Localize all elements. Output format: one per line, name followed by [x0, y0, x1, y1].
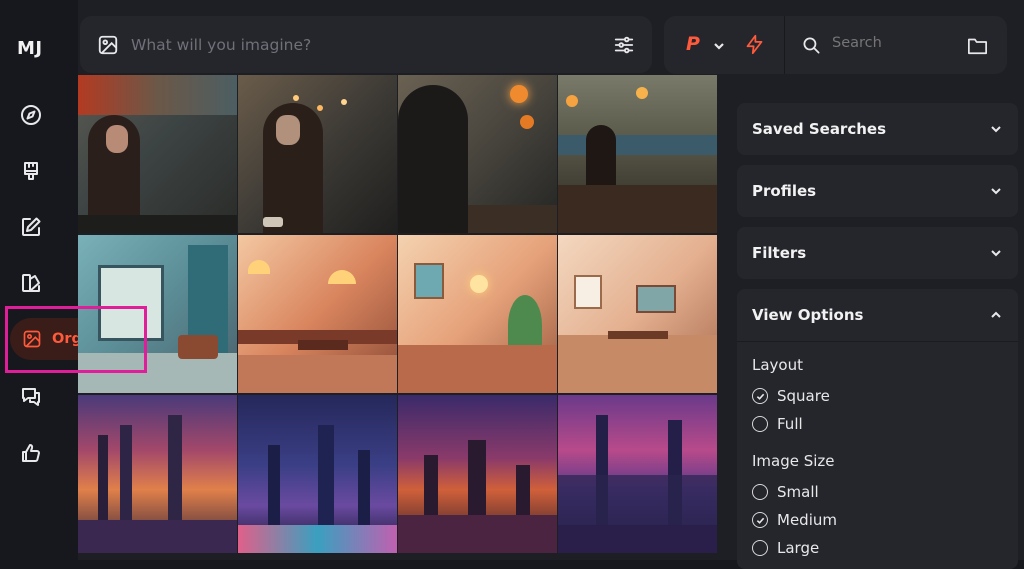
prompt-bar	[80, 16, 652, 73]
chevron-down-icon	[991, 188, 1001, 195]
radio-checked[interactable]	[752, 512, 768, 528]
saved-searches-panel[interactable]: Saved Searches	[737, 103, 1018, 155]
panel-title: View Options	[752, 306, 864, 324]
check-icon	[756, 393, 764, 400]
radio-unchecked[interactable]	[752, 484, 768, 500]
image-upload-icon[interactable]	[97, 34, 119, 56]
gallery-image[interactable]	[558, 395, 717, 553]
left-sidebar: MJ Organize	[0, 0, 138, 560]
folder-icon[interactable]	[967, 36, 988, 55]
gallery-image[interactable]	[238, 235, 397, 393]
gallery-image[interactable]	[78, 395, 237, 553]
filters-panel[interactable]: Filters	[737, 227, 1018, 279]
chevron-down-icon	[991, 126, 1001, 133]
panel-title: Saved Searches	[752, 120, 887, 138]
image-size-label: Image Size	[752, 452, 835, 470]
toolbar-divider	[784, 16, 785, 74]
app-logo[interactable]: MJ	[17, 38, 43, 59]
gallery-image[interactable]	[238, 395, 397, 553]
prompt-input[interactable]	[129, 34, 573, 55]
paintbrush-icon[interactable]	[18, 158, 44, 184]
compass-icon[interactable]	[18, 102, 44, 128]
gallery-image[interactable]	[398, 395, 557, 553]
gallery-image[interactable]	[398, 75, 557, 233]
gallery-image[interactable]	[558, 75, 717, 233]
view-options-panel: View Options Layout Square Full Image Si…	[737, 289, 1018, 569]
lightning-icon[interactable]	[744, 34, 765, 55]
gallery-image[interactable]	[78, 235, 237, 393]
check-icon	[756, 517, 764, 524]
size-option-small[interactable]: Small	[752, 478, 1003, 506]
panel-title: Filters	[752, 244, 807, 262]
edit-icon[interactable]	[18, 214, 44, 240]
radio-unchecked[interactable]	[752, 540, 768, 556]
radio-checked[interactable]	[752, 388, 768, 404]
panel-title: Profiles	[752, 182, 817, 200]
size-option-medium[interactable]: Medium	[752, 506, 1003, 534]
image-icon	[23, 330, 41, 348]
profile-indicator[interactable]: P	[686, 33, 700, 55]
gallery-image[interactable]	[558, 235, 717, 393]
chat-icon[interactable]	[18, 384, 44, 410]
layout-label: Layout	[752, 356, 803, 374]
settings-sliders-icon[interactable]	[613, 34, 635, 56]
view-options-header[interactable]: View Options	[737, 289, 1018, 341]
search-input[interactable]	[830, 34, 954, 52]
chevron-up-icon	[991, 311, 1001, 318]
gallery-image[interactable]	[398, 235, 557, 393]
image-gallery	[78, 75, 718, 553]
search-icon	[803, 37, 820, 54]
chevron-down-icon[interactable]	[714, 41, 724, 51]
layout-option-square[interactable]: Square	[752, 382, 1003, 410]
profiles-panel[interactable]: Profiles	[737, 165, 1018, 217]
chevron-down-icon	[991, 250, 1001, 257]
layout-option-full[interactable]: Full	[752, 410, 1003, 438]
radio-unchecked[interactable]	[752, 416, 768, 432]
thumbs-up-icon[interactable]	[18, 440, 44, 466]
gallery-image[interactable]	[238, 75, 397, 233]
palette-icon[interactable]	[18, 270, 44, 296]
size-option-large[interactable]: Large	[752, 534, 1003, 562]
toolbar: P	[664, 16, 1007, 74]
gallery-image[interactable]	[78, 75, 237, 233]
